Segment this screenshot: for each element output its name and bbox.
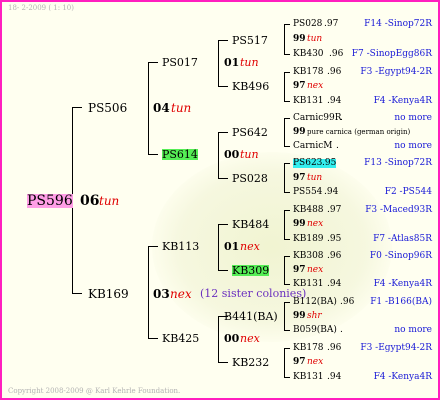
- gen4-pct: .96: [329, 49, 344, 59]
- gen4-pct: .96: [327, 67, 342, 77]
- gen4-name[interactable]: PS028: [293, 20, 322, 29]
- gen4-pct: .95: [322, 158, 337, 168]
- pedigree-frame: 18- 2-2009 ( 1: 10) PS596 06 tun PS506 0…: [0, 0, 440, 400]
- gen4-link[interactable]: F14 -Sinop72R: [364, 20, 432, 29]
- gen2-name[interactable]: PS017: [162, 57, 198, 68]
- gen4-name[interactable]: Carnic99R: [293, 114, 342, 123]
- gen4-pct: .94: [327, 96, 342, 106]
- gen3-tag: tun: [307, 34, 323, 44]
- gen4-name[interactable]: B112(BA): [293, 298, 337, 307]
- gen3-tag: pure carnica (german origin): [307, 128, 411, 136]
- gen4-pct: .97: [324, 19, 339, 29]
- gen2-name[interactable]: KB113: [162, 241, 199, 252]
- gen4-name[interactable]: KB178: [293, 68, 324, 77]
- gen4-link[interactable]: F3 -Egypt94-2R: [360, 344, 432, 353]
- gen4-pct: .96: [340, 297, 355, 307]
- sister-colonies-note: (12 sister colonies): [200, 287, 307, 300]
- gen4-pct: .94: [327, 372, 342, 382]
- gen4-name[interactable]: KB131: [293, 97, 324, 106]
- gen4-name[interactable]: PS623: [293, 159, 323, 168]
- gen2-tag: nex: [240, 332, 260, 345]
- gen4-link[interactable]: F4 -Kenya4R: [374, 280, 432, 289]
- gen3-year: 97: [293, 81, 306, 91]
- gen2-year: 01: [224, 240, 240, 253]
- gen3-year: 97: [293, 265, 306, 275]
- root-tag: tun: [99, 194, 120, 208]
- gen3-name[interactable]: PS517: [232, 35, 268, 46]
- gen3-tag: nex: [307, 265, 324, 275]
- gen4-pct: .: [340, 113, 343, 123]
- gen2-tag: tun: [240, 148, 259, 161]
- gen3-name[interactable]: KB232: [232, 357, 269, 368]
- gen4-link[interactable]: F0 -Sinop96R: [370, 252, 432, 261]
- gen3-tag: shr: [307, 311, 322, 321]
- gen3-year: 99: [293, 34, 306, 44]
- gen1-tag: nex: [170, 287, 192, 301]
- gen3-tag: nex: [307, 81, 324, 91]
- gen4-pct: .96: [327, 251, 342, 261]
- root-year: 06: [80, 193, 100, 209]
- gen4-name[interactable]: PS554: [293, 188, 322, 197]
- footer-copyright: Copyright 2008-2009 @ Karl Kehrle Founda…: [8, 387, 181, 395]
- gen4-link[interactable]: F2 -PS544: [385, 188, 432, 197]
- gen4-pct: .: [340, 325, 343, 335]
- gen2-year: 00: [224, 332, 240, 345]
- gen2-name[interactable]: PS614: [162, 149, 198, 160]
- gen4-name[interactable]: KB488: [293, 206, 324, 215]
- gen3-year: 97: [293, 173, 306, 183]
- gen3-year: 99: [293, 219, 306, 229]
- gen2-tag: nex: [240, 240, 260, 253]
- gen4-pct: .96: [327, 343, 342, 353]
- gen4-pct: .94: [327, 279, 342, 289]
- gen3-name[interactable]: KB496: [232, 81, 269, 92]
- gen4-link[interactable]: F1 -B166(BA): [370, 298, 432, 307]
- gen1-name[interactable]: KB169: [88, 288, 129, 300]
- gen4-link[interactable]: F4 -Kenya4R: [374, 373, 432, 382]
- gen4-name[interactable]: KB430: [293, 50, 324, 59]
- gen4-link[interactable]: F7 -Atlas85R: [373, 235, 432, 244]
- gen2-name[interactable]: KB425: [162, 333, 199, 344]
- gen4-link[interactable]: F4 -Kenya4R: [374, 97, 432, 106]
- gen2-tag: tun: [240, 56, 259, 69]
- gen3-name[interactable]: PS642: [232, 127, 268, 138]
- gen4-name[interactable]: KB178: [293, 344, 324, 353]
- gen2-year: 00: [224, 148, 240, 161]
- gen3-year: 99: [293, 127, 306, 137]
- gen3-name[interactable]: B441(BA): [224, 311, 278, 322]
- gen4-link[interactable]: no more: [394, 142, 432, 151]
- gen1-year: 03: [153, 287, 170, 301]
- gen3-year: 99: [293, 311, 306, 321]
- gen4-name[interactable]: CarnicM: [293, 142, 333, 151]
- gen4-name[interactable]: KB308: [293, 252, 324, 261]
- gen4-name[interactable]: KB131: [293, 280, 324, 289]
- gen4-link[interactable]: F7 -SinopEgg86R: [352, 50, 432, 59]
- gen1-tag: tun: [171, 101, 192, 115]
- gen3-name[interactable]: PS028: [232, 173, 268, 184]
- gen4-link[interactable]: no more: [394, 326, 432, 335]
- gen4-pct: .97: [327, 205, 342, 215]
- gen4-link[interactable]: F13 -Sinop72R: [364, 159, 432, 168]
- gen4-pct: .: [336, 141, 339, 151]
- root-name[interactable]: PS596: [27, 194, 73, 208]
- gen4-name[interactable]: B059(BA): [293, 326, 337, 335]
- gen4-link[interactable]: F3 -Egypt94-2R: [360, 68, 432, 77]
- gen4-link[interactable]: F3 -Maced93R: [365, 206, 432, 215]
- gen4-name[interactable]: KB189: [293, 235, 324, 244]
- gen3-tag: tun: [307, 173, 323, 183]
- gen3-tag: nex: [307, 357, 324, 367]
- gen4-link[interactable]: no more: [394, 114, 432, 123]
- gen1-year: 04: [153, 101, 170, 115]
- gen4-pct: .95: [327, 234, 342, 244]
- gen1-name[interactable]: PS506: [88, 102, 127, 114]
- gen2-year: 01: [224, 56, 240, 69]
- gen3-tag: nex: [307, 219, 324, 229]
- gen4-name[interactable]: KB131: [293, 373, 324, 382]
- gen3-name[interactable]: KB309: [232, 265, 270, 276]
- header-date: 18- 2-2009 ( 1: 10): [8, 4, 74, 12]
- gen3-year: 97: [293, 357, 306, 367]
- gen4-pct: .94: [324, 187, 339, 197]
- gen3-name[interactable]: KB484: [232, 219, 269, 230]
